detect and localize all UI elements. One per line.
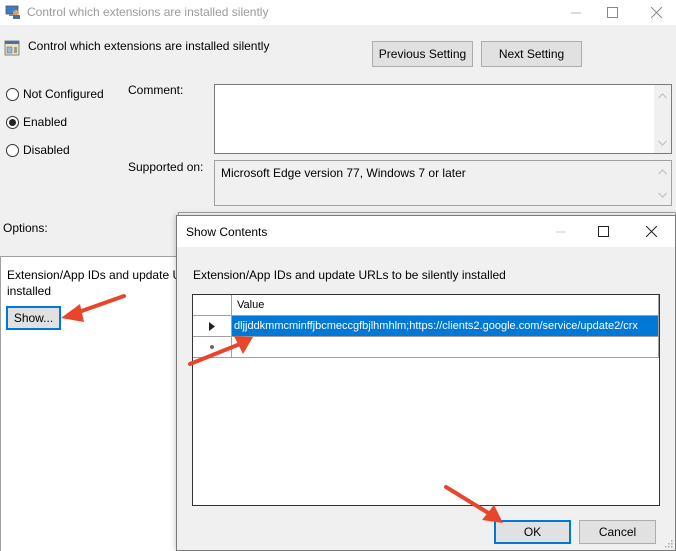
- show-contents-dialog: Show Contents Extension/App IDs and upda…: [176, 215, 676, 551]
- maximize-button[interactable]: [592, 0, 632, 25]
- minimize-button[interactable]: [556, 0, 596, 25]
- comment-textarea[interactable]: [214, 84, 672, 154]
- radio-not-configured[interactable]: Not Configured: [6, 87, 104, 101]
- comment-scrollbar[interactable]: [654, 85, 671, 153]
- radio-label: Enabled: [23, 115, 68, 129]
- supported-on-value: Microsoft Edge version 77, Windows 7 or …: [221, 166, 466, 180]
- group-policy-app-icon: [5, 4, 21, 20]
- resize-grip-icon[interactable]: [665, 540, 673, 548]
- maximize-icon: [597, 226, 609, 237]
- new-row-indicator-icon: [210, 345, 214, 349]
- dialog-close-button[interactable]: [629, 216, 673, 247]
- dialog-title-bar: Show Contents: [177, 216, 675, 247]
- grid-header-row: Value: [193, 295, 659, 316]
- dialog-title: Show Contents: [186, 225, 268, 239]
- grid-row-new[interactable]: [193, 337, 659, 358]
- main-window-title: Control which extensions are installed s…: [27, 5, 269, 19]
- grid-corner-cell: [193, 295, 232, 316]
- column-header-value[interactable]: Value: [232, 295, 659, 316]
- scroll-down-arrow-icon[interactable]: [654, 186, 671, 203]
- policy-setting-icon: [4, 40, 20, 56]
- minimize-icon: [556, 231, 566, 232]
- close-button[interactable]: [636, 0, 676, 25]
- dialog-minimize-button[interactable]: [539, 216, 583, 247]
- value-cell[interactable]: dljjddkmmcminffjbcmeccgfbjlhmhlm;https:/…: [232, 316, 659, 337]
- policy-title: Control which extensions are installed s…: [28, 39, 270, 53]
- row-header[interactable]: [193, 316, 232, 337]
- options-panel: Extension/App IDs and update URLs to be …: [0, 256, 182, 551]
- radio-circle-checked: [6, 115, 19, 129]
- close-icon: [650, 7, 662, 18]
- grid-row[interactable]: dljjddkmmcminffjbcmeccgfbjlhmhlm;https:/…: [193, 316, 659, 337]
- previous-setting-button[interactable]: Previous Setting: [372, 41, 473, 67]
- radio-enabled[interactable]: Enabled: [6, 115, 67, 129]
- radio-disabled[interactable]: Disabled: [6, 143, 70, 157]
- option-description: Extension/App IDs and update URLs to be …: [7, 268, 182, 298]
- radio-label: Not Configured: [23, 87, 104, 101]
- row-header[interactable]: [193, 337, 232, 358]
- cancel-button[interactable]: Cancel: [579, 520, 656, 544]
- scroll-up-arrow-icon[interactable]: [654, 87, 671, 104]
- scroll-up-arrow-icon[interactable]: [654, 163, 671, 180]
- dialog-description: Extension/App IDs and update URLs to be …: [193, 268, 506, 282]
- supported-on-scrollbar[interactable]: [654, 161, 671, 205]
- close-icon: [645, 226, 657, 237]
- comment-label: Comment:: [128, 83, 184, 97]
- value-cell-new[interactable]: [232, 337, 659, 358]
- current-row-indicator-icon: [209, 321, 215, 331]
- values-grid[interactable]: Value dljjddkmmcminffjbcmeccgfbjlhmhlm;h…: [192, 294, 660, 506]
- dialog-maximize-button[interactable]: [581, 216, 625, 247]
- main-title-bar: Control which extensions are installed s…: [0, 0, 676, 25]
- radio-circle: [6, 87, 19, 101]
- ok-button[interactable]: OK: [494, 520, 571, 544]
- minimize-icon: [571, 12, 581, 13]
- maximize-icon: [606, 7, 618, 18]
- show-button[interactable]: Show...: [6, 306, 61, 330]
- next-setting-button[interactable]: Next Setting: [481, 41, 582, 67]
- supported-on-label: Supported on:: [128, 160, 204, 174]
- radio-label: Disabled: [23, 143, 70, 157]
- radio-circle: [6, 143, 19, 157]
- scroll-down-arrow-icon[interactable]: [654, 134, 671, 151]
- options-label: Options:: [3, 221, 48, 235]
- supported-on-box: Microsoft Edge version 77, Windows 7 or …: [214, 160, 672, 206]
